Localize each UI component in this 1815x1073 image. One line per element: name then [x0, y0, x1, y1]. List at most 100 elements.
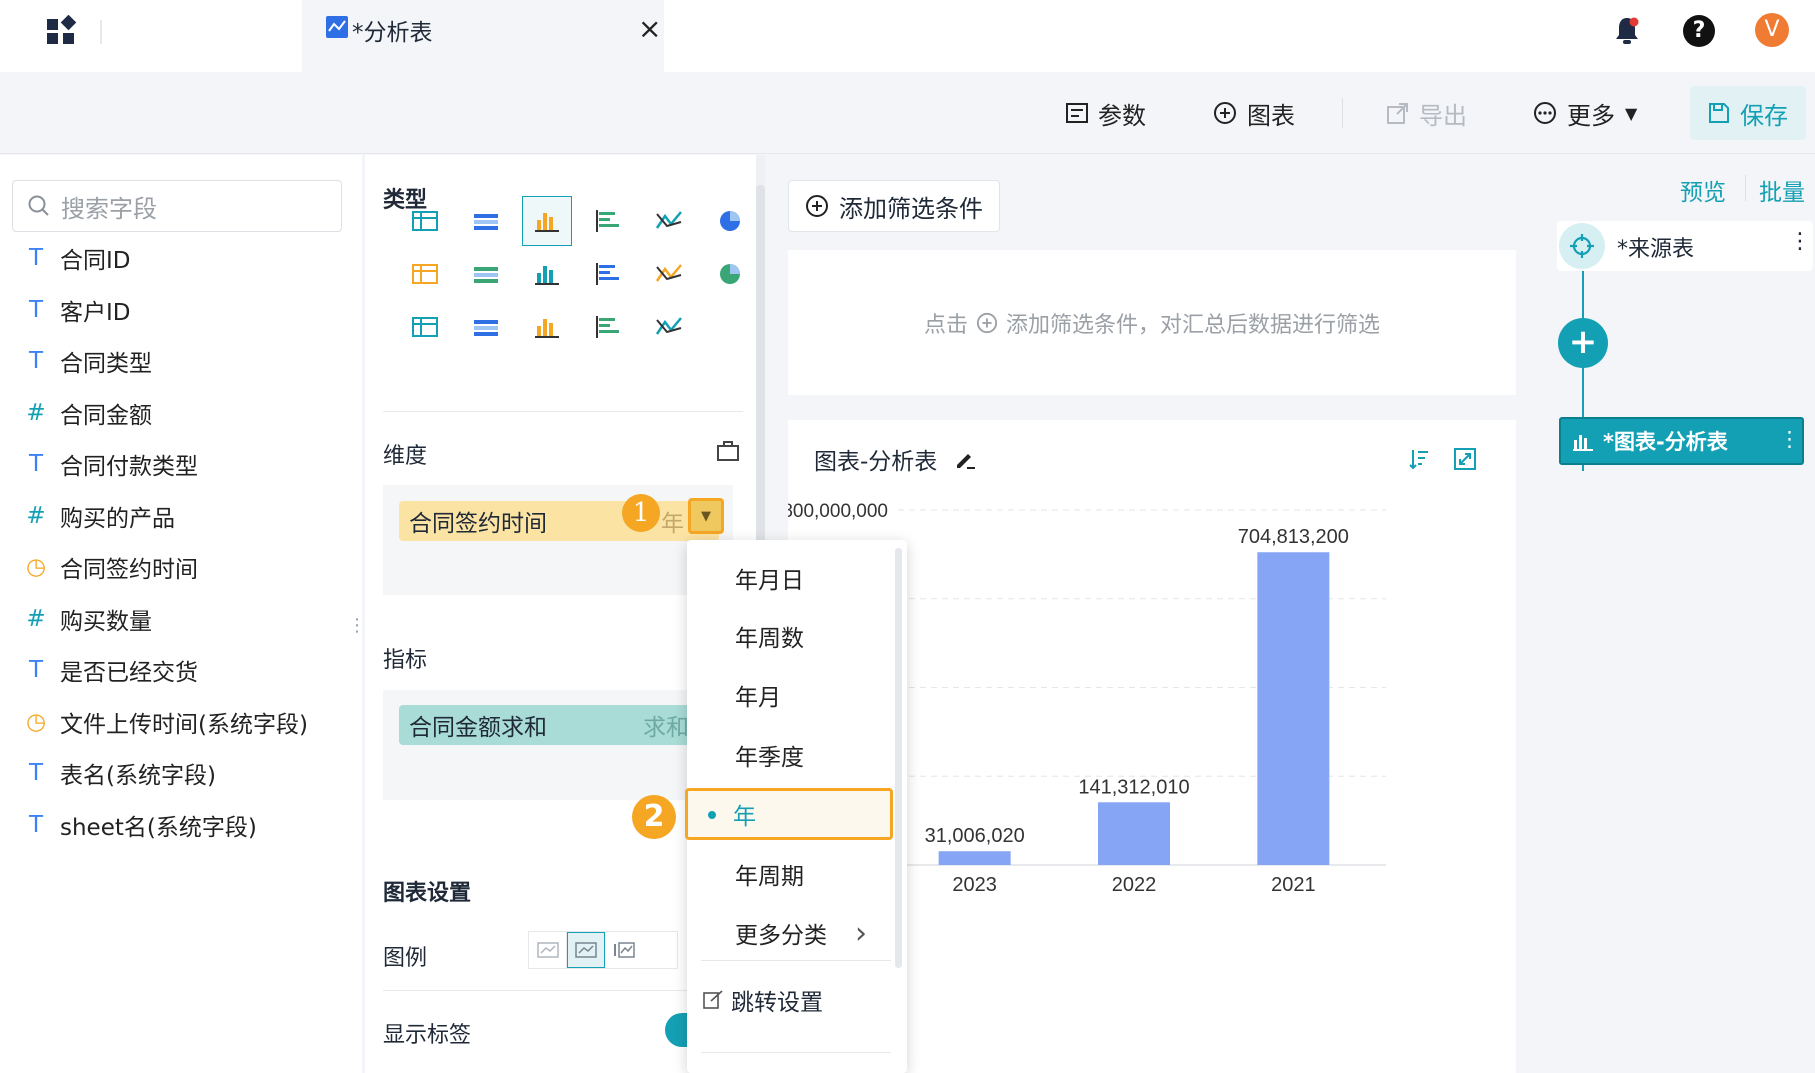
text-type-icon: T	[28, 760, 44, 786]
divider	[1342, 98, 1343, 128]
pie-chart-icon[interactable]	[705, 196, 755, 246]
granularity-item[interactable]: 更多分类 ›	[687, 907, 905, 959]
word-cloud-icon[interactable]	[583, 302, 633, 352]
granularity-item[interactable]: 年周数	[687, 610, 905, 662]
tab-analysis[interactable]: *分析表 ×	[302, 0, 664, 72]
divider	[383, 411, 743, 412]
radar-icon[interactable]	[400, 302, 450, 352]
pie-chart-icon-glyph	[720, 211, 740, 231]
selected-dot-icon	[708, 811, 716, 819]
combo-chart-icon[interactable]	[644, 196, 694, 246]
x-tick-label: 2022	[1112, 874, 1157, 896]
search-icon	[28, 195, 49, 216]
bar[interactable]	[1257, 552, 1330, 865]
scatter-icon-glyph	[655, 264, 682, 282]
field-item[interactable]: # 合同金额	[22, 393, 152, 433]
metric-pill[interactable]: 合同金额求和 求和	[399, 705, 719, 745]
granularity-item[interactable]: 年周期	[687, 848, 905, 900]
granularity-item-selected[interactable]: 年	[685, 788, 893, 840]
map-icon[interactable]	[461, 249, 511, 299]
field-item[interactable]: T 表名(系统字段)	[22, 753, 216, 793]
caret-down-icon: ▼	[1625, 103, 1638, 123]
funnel-icon-glyph	[474, 320, 498, 336]
field-item[interactable]: Tsheet名(系统字段)	[22, 805, 257, 845]
horizontal-bar-icon[interactable]	[583, 196, 633, 246]
bar[interactable]	[938, 851, 1011, 865]
text-type-icon: T	[28, 245, 44, 271]
export-button[interactable]: 导出	[1387, 72, 1467, 154]
preview-link[interactable]: 预览	[1680, 173, 1726, 207]
source-node-label: *来源表	[1617, 237, 1695, 262]
dimension-dropdown-toggle[interactable]: ▼	[688, 498, 724, 534]
bar-chart-icon-glyph	[535, 213, 559, 232]
legend-none-option[interactable]	[529, 932, 567, 968]
field-item[interactable]: T 是否已经交货	[22, 650, 198, 690]
field-item[interactable]: T 合同ID	[22, 238, 131, 278]
text-type-icon: T	[28, 296, 44, 323]
legend-left-option[interactable]	[605, 932, 643, 968]
stacked-bar-icon[interactable]	[583, 249, 633, 299]
cross-table-icon[interactable]	[461, 196, 511, 246]
chart-node[interactable]: *图表-分析表 ⋮	[1559, 417, 1804, 465]
plus-circle-icon	[1214, 102, 1236, 124]
more-button[interactable]: 更多 ▼	[1533, 72, 1637, 154]
date-type-icon: ◷	[25, 554, 47, 580]
treemap-icon[interactable]	[705, 249, 755, 299]
granularity-item[interactable]: 年月日	[687, 552, 905, 604]
source-node-menu-icon[interactable]: ⋮	[1789, 229, 1811, 254]
field-item[interactable]: ◷ 文件上传时间(系统字段)	[22, 702, 308, 742]
number-type-icon: #	[26, 502, 46, 529]
add-filter-button[interactable]: 添加筛选条件	[788, 180, 1000, 232]
legend-top-option[interactable]	[567, 932, 605, 968]
field-item[interactable]: T 合同付款类型	[22, 444, 198, 484]
granularity-item[interactable]: 年季度	[687, 729, 905, 781]
jump-settings-item[interactable]: 跳转设置	[703, 980, 823, 1020]
divider	[701, 1052, 891, 1053]
save-button[interactable]: 保存	[1690, 86, 1806, 140]
legend-position-group	[528, 931, 678, 969]
chart-node-menu-icon[interactable]: ⋮	[1779, 427, 1800, 451]
funnel-icon[interactable]	[461, 302, 511, 352]
plus-circle-icon	[806, 195, 828, 217]
field-item[interactable]: ◷ 合同签约时间	[22, 547, 198, 587]
bar-chart-icon[interactable]	[522, 196, 572, 246]
divider	[701, 960, 891, 961]
x-tick-label: 2023	[952, 874, 997, 896]
horizontal-bar-icon-glyph	[596, 210, 619, 232]
batch-link[interactable]: 批量	[1759, 173, 1805, 207]
dropdown-scrollbar[interactable]	[895, 548, 902, 968]
field-item[interactable]: T 客户ID	[22, 290, 131, 330]
app-grid-icon[interactable]	[45, 15, 77, 47]
field-item[interactable]: T 合同类型	[22, 341, 152, 381]
bar[interactable]	[1098, 802, 1170, 865]
add-node-button[interactable]: +	[1558, 318, 1608, 368]
save-icon	[1709, 103, 1729, 123]
tab-close-icon[interactable]: ×	[638, 12, 661, 45]
dimension-pill[interactable]: 合同签约时间 年	[399, 501, 719, 541]
help-icon[interactable]: ?	[1683, 15, 1715, 47]
search-input[interactable]: 搜索字段	[12, 180, 342, 232]
avatar[interactable]: V	[1755, 13, 1789, 47]
divider	[100, 20, 102, 44]
params-button[interactable]: 参数	[1066, 72, 1146, 154]
field-item[interactable]: # 购买的产品	[22, 496, 175, 536]
y-tick-label: 800,000,000	[788, 501, 888, 522]
heatmap-icon[interactable]	[644, 302, 694, 352]
plus-circle-icon	[976, 312, 998, 333]
add-chart-button[interactable]: 图表	[1213, 72, 1295, 154]
bell-icon[interactable]	[1612, 15, 1642, 47]
filter-hint-box[interactable]: 点击 添加筛选条件，对汇总后数据进行筛选	[788, 250, 1516, 395]
granularity-item[interactable]: 年月	[687, 669, 905, 721]
field-item[interactable]: # 购买数量	[22, 599, 152, 639]
area-chart-icon[interactable]	[400, 249, 450, 299]
gauge-icon[interactable]	[522, 249, 572, 299]
top-bar: *分析表 × ? V	[0, 0, 1815, 72]
scatter-icon[interactable]	[644, 249, 694, 299]
word-cloud-icon-glyph	[596, 316, 619, 338]
flow-panel: 预览 批量 *来源表 ⋮ + *图表-分析表 ⋮	[1535, 155, 1815, 1073]
drag-handle-icon[interactable]: ⋮	[348, 615, 366, 636]
number-card-icon[interactable]	[522, 302, 572, 352]
table-icon[interactable]	[400, 196, 450, 246]
text-type-icon: T	[28, 657, 44, 683]
source-node[interactable]: *来源表 ⋮	[1557, 221, 1813, 271]
